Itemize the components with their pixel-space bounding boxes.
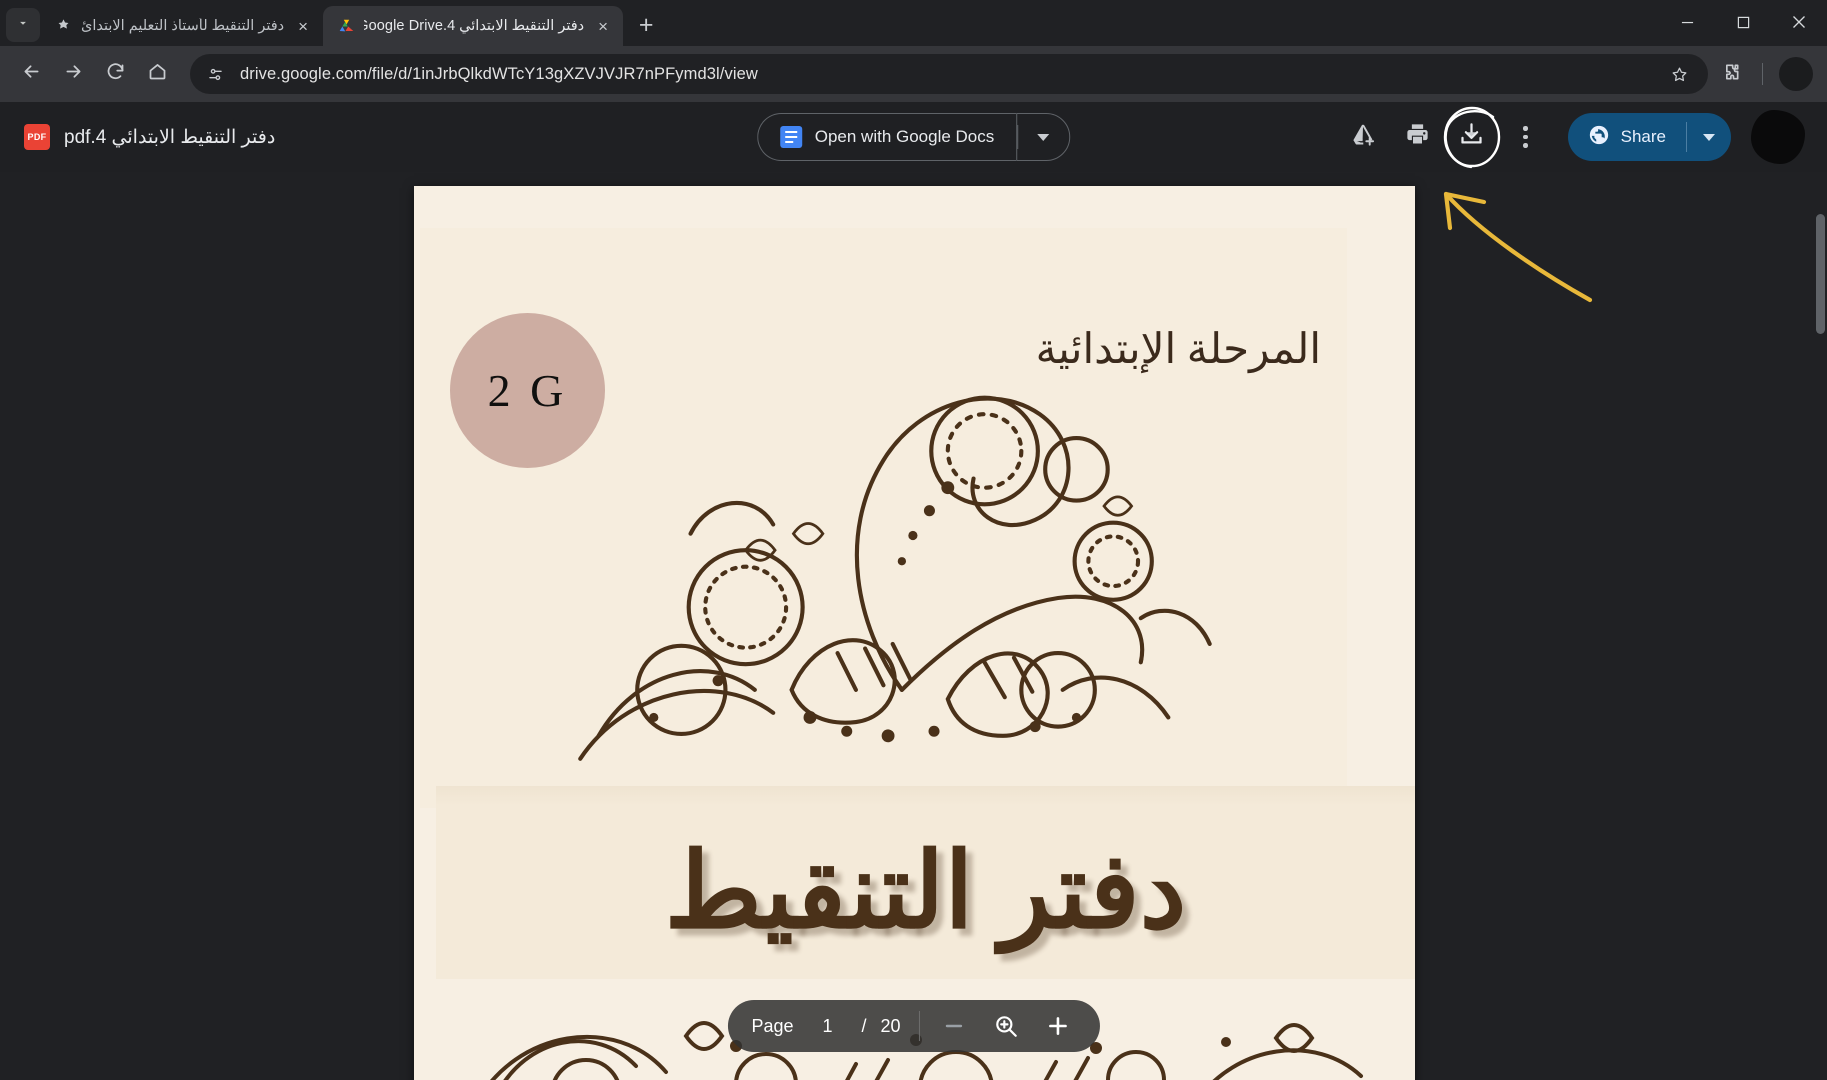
open-with-google-docs-label: Open with Google Docs bbox=[814, 127, 995, 146]
user-avatar[interactable] bbox=[1751, 110, 1805, 164]
zoom-controls bbox=[920, 1006, 1094, 1046]
pdf-cover-panel: 2 G المرحلة الإبتدائية bbox=[420, 228, 1347, 808]
download-button[interactable] bbox=[1443, 106, 1500, 169]
open-with-google-docs-group: Open with Google Docs bbox=[756, 113, 1071, 161]
browser-tab-1-close-icon[interactable]: × bbox=[293, 16, 313, 36]
open-with-google-docs-button[interactable]: Open with Google Docs bbox=[756, 113, 1017, 161]
share-dropdown-button[interactable] bbox=[1687, 113, 1731, 161]
star-icon[interactable] bbox=[1664, 59, 1694, 89]
page-separator: / bbox=[861, 1015, 867, 1036]
drive-actions: Share bbox=[1340, 106, 1805, 169]
chevron-down-icon bbox=[1703, 133, 1715, 141]
viewer-scrollbar[interactable] bbox=[1813, 172, 1827, 1080]
share-button-label: Share bbox=[1620, 127, 1666, 146]
back-button[interactable] bbox=[12, 55, 50, 93]
google-drive-icon bbox=[337, 17, 355, 35]
globe-icon bbox=[1588, 124, 1610, 151]
arrow-forward-icon bbox=[63, 61, 84, 87]
drive-app-bar: PDF دفتر التنقيط الابتدائي 4.pdf Open wi… bbox=[0, 102, 1827, 172]
address-bar[interactable]: drive.google.com/file/d/1inJrbQlkdWTcY13… bbox=[190, 54, 1708, 94]
zoom-in-button[interactable] bbox=[1038, 1006, 1078, 1046]
window-controls bbox=[1659, 0, 1827, 44]
page-number-input[interactable] bbox=[807, 1015, 848, 1037]
add-to-drive-icon bbox=[1350, 121, 1377, 153]
title-band-fade bbox=[436, 786, 1415, 806]
address-bar-url[interactable]: drive.google.com/file/d/1inJrbQlkdWTcY13… bbox=[240, 65, 1654, 84]
add-to-drive-button[interactable] bbox=[1340, 113, 1388, 161]
pdf-file-type-icon: PDF bbox=[24, 124, 50, 150]
browser-tab-2-close-icon[interactable]: × bbox=[593, 16, 613, 36]
total-pages-label: 20 bbox=[880, 1015, 901, 1036]
file-name-label: دفتر التنقيط الابتدائي 4.pdf bbox=[64, 126, 276, 148]
page-label: Page bbox=[751, 1015, 794, 1036]
file-identity: PDF دفتر التنقيط الابتدائي 4.pdf bbox=[24, 124, 354, 150]
window-minimize-button[interactable] bbox=[1659, 0, 1715, 44]
browser-profile-avatar[interactable] bbox=[1779, 57, 1813, 91]
page-number-section: Page / 20 bbox=[733, 1015, 918, 1037]
more-options-button[interactable] bbox=[1502, 113, 1550, 161]
viewer-scrollbar-thumb[interactable] bbox=[1816, 214, 1825, 334]
toolbar-divider bbox=[1762, 63, 1763, 85]
pdf-page-1: 2 G المرحلة الإبتدائية دفتر التنقيط bbox=[414, 186, 1415, 1080]
browser-tab-strip: دفتر التنقيط لأستاذ التعليم الابتدائ × د… bbox=[0, 0, 1827, 46]
open-with-dropdown-button[interactable] bbox=[1016, 113, 1071, 161]
share-button[interactable]: Share bbox=[1567, 113, 1731, 161]
browser-tab-1[interactable]: دفتر التنقيط لأستاذ التعليم الابتدائ × bbox=[40, 6, 323, 46]
arrow-back-icon bbox=[21, 61, 42, 87]
window-maximize-button[interactable] bbox=[1715, 0, 1771, 44]
browser-toolbar: drive.google.com/file/d/1inJrbQlkdWTcY13… bbox=[0, 46, 1827, 102]
pdf-document-title: دفتر التنقيط bbox=[664, 833, 1187, 950]
new-tab-button[interactable]: + bbox=[629, 8, 663, 42]
pdf-pager-control: Page / 20 bbox=[727, 1000, 1100, 1052]
page-settings-icon[interactable] bbox=[200, 59, 230, 89]
forward-button[interactable] bbox=[54, 55, 92, 93]
share-button-main[interactable]: Share bbox=[1568, 113, 1686, 161]
reload-icon bbox=[105, 61, 126, 87]
tab-search-button[interactable] bbox=[6, 8, 40, 42]
print-button[interactable] bbox=[1394, 113, 1442, 161]
more-vertical-icon bbox=[1523, 126, 1528, 148]
chevron-down-icon bbox=[1037, 133, 1050, 141]
site-logo-icon bbox=[54, 17, 72, 35]
download-icon bbox=[1458, 121, 1485, 153]
home-icon bbox=[147, 61, 168, 87]
extensions-button[interactable] bbox=[1712, 55, 1750, 93]
zoom-out-button[interactable] bbox=[934, 1006, 974, 1046]
extensions-puzzle-icon bbox=[1721, 62, 1741, 87]
browser-tab-2-title: دفتر التنقيط الابتدائي 4.Google Drive bbox=[364, 18, 585, 34]
chevron-down-icon bbox=[16, 16, 30, 35]
home-button[interactable] bbox=[138, 55, 176, 93]
google-docs-icon bbox=[779, 126, 802, 148]
reload-button[interactable] bbox=[96, 55, 134, 93]
print-icon bbox=[1404, 121, 1431, 153]
grade-badge: 2 G bbox=[450, 313, 605, 468]
window-close-button[interactable] bbox=[1771, 0, 1827, 44]
education-stage-label: المرحلة الإبتدائية bbox=[1035, 327, 1321, 373]
browser-tab-2[interactable]: دفتر التنقيط الابتدائي 4.Google Drive × bbox=[323, 6, 624, 46]
zoom-level-button[interactable] bbox=[986, 1006, 1026, 1046]
pdf-viewer: 2 G المرحلة الإبتدائية دفتر التنقيط Page… bbox=[0, 172, 1827, 1080]
pdf-title-band: دفتر التنقيط bbox=[436, 804, 1415, 979]
browser-tab-1-title: دفتر التنقيط لأستاذ التعليم الابتدائ bbox=[81, 18, 285, 34]
